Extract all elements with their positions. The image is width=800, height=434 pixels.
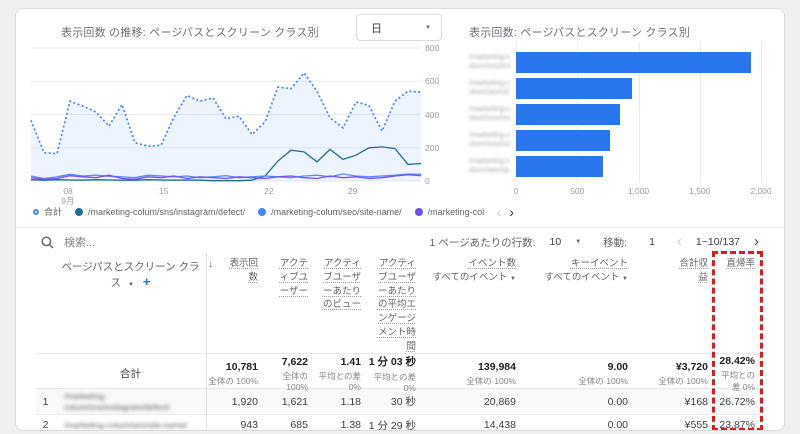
column-header-active-users[interactable]: アクティブユーザー [264, 257, 314, 298]
bar-row: /marketing-colum/seo/specif… [469, 153, 766, 179]
search-icon [41, 236, 54, 248]
chevron-down-icon[interactable]: ▼ [128, 282, 134, 288]
bar-chart: /marketing-colum/sns/insta… /marketing-c… [469, 43, 766, 183]
dimension-header[interactable]: ページパスとスクリーン クラス ▼ + [61, 257, 206, 290]
line-chart-legend: 合計 /marketing-colum/sns/instagram/defect… [33, 205, 514, 219]
bar[interactable] [516, 51, 752, 73]
legend-prev-icon: ‹ [496, 203, 502, 220]
page-path: /marketing-colum/seo/site-name/ [64, 420, 188, 431]
bar-row: /marketing-colum/sns/insta… [469, 101, 766, 127]
legend-item-series3[interactable]: /marketing-colum/sns/insta [414, 207, 484, 217]
bar-chart-title: 表示回数: ページパスとスクリーン クラス別 [469, 27, 690, 39]
bar[interactable] [516, 155, 603, 177]
prev-page-icon: ‹ [676, 233, 682, 250]
legend-next-icon[interactable]: › [509, 205, 514, 219]
legend-item-series1[interactable]: /marketing-colum/sns/instagram/defect/ [75, 207, 245, 217]
line-chart-title: 表示回数 の推移: ページパスとスクリーン クラス別 [61, 27, 319, 39]
bar-category-label: /marketing-colum/seo/site-n… [469, 78, 511, 98]
column-header-event-count[interactable]: イベント数 すべてのイベント ▼ [422, 257, 522, 285]
table-header-row: ページパスとスクリーン クラス ▼ + ↓ 表示回数 アクティブユーザー アクテ… [36, 253, 761, 353]
totals-label: 合計 [120, 368, 141, 381]
add-dimension-button[interactable]: + [143, 274, 151, 289]
line-chart-y-axis: 800 600 400 200 0 [425, 43, 440, 186]
chevron-down-icon[interactable]: ▼ [622, 276, 628, 282]
table-row[interactable]: 2 /marketing-colum/seo/site-name/ 943 68… [36, 415, 761, 431]
goto-page-value[interactable]: 1 [649, 236, 655, 248]
analytics-report-page: { "line_panel": { "title": "表示回数 の推移: ペー… [0, 0, 800, 434]
series-dot-icon [258, 207, 267, 216]
bar[interactable] [516, 129, 611, 151]
column-header-key-events[interactable]: キーイベント すべてのイベント ▼ [522, 257, 634, 285]
line-chart-x-axis: 08 9月 15 22 29 [61, 186, 358, 206]
line-chart-svg [30, 47, 422, 182]
column-header-bounce-rate[interactable]: 直帰率 [714, 257, 761, 271]
column-header-views[interactable]: ↓ 表示回数 [206, 257, 264, 285]
section-divider [16, 227, 784, 228]
series-dot-icon [75, 207, 84, 216]
page-path: /marketing-colum/sns/instagram/defect/ [64, 391, 170, 412]
page-range: 1~10/137 [695, 236, 740, 248]
next-page-icon[interactable]: › [754, 234, 759, 249]
bar[interactable] [516, 103, 621, 125]
column-header-engagement-time[interactable]: アクティブユーザーあたりの平均エンゲージメント時間 [367, 257, 422, 353]
table-column-divider [206, 253, 207, 430]
series-dot-icon [414, 207, 423, 216]
bar-category-label: /marketing-colum/seo/specif… [469, 156, 511, 176]
chevron-down-icon[interactable]: ▼ [510, 276, 516, 282]
table-search[interactable]: 検索... [41, 231, 95, 253]
interval-dropdown[interactable]: 日 ▼ [356, 14, 442, 41]
series-dot-icon [33, 208, 39, 215]
table-pagination: 1 ページあたりの行数: 10 ▼ 移動: 1 ‹ 1~10/137 › [430, 231, 759, 253]
goto-label: 移動: [603, 236, 628, 249]
sort-descending-icon: ↓ [208, 259, 213, 270]
bar-category-label: /marketing-colum/sns/insta… [469, 104, 511, 124]
column-header-views-per-user[interactable]: アクティブユーザーあたりのビュー [314, 257, 367, 312]
bar-category-label: /marketing-colum/sns/insta… [469, 130, 511, 150]
bar-row: /marketing-colum/sns/insta… [469, 127, 766, 153]
rows-per-page-select[interactable]: 10 [550, 236, 562, 248]
report-card: 表示回数 の推移: ページパスとスクリーン クラス別 日 ▼ 800 600 400… [15, 8, 785, 431]
search-placeholder: 検索... [64, 237, 96, 249]
chevron-down-icon[interactable]: ▼ [575, 239, 581, 245]
interval-dropdown-value: 日 [371, 22, 382, 35]
legend-item-total[interactable]: 合計 [33, 205, 62, 218]
bar-category-label: /marketing-colum/sns/insta… [469, 52, 511, 72]
bar-row: /marketing-colum/seo/site-n… [469, 75, 766, 101]
rows-per-page-label: 1 ページあたりの行数: [429, 236, 536, 249]
column-header-total-revenue[interactable]: 合計収益 [634, 257, 714, 285]
bar-row: /marketing-colum/sns/insta… [469, 49, 766, 75]
data-table: ページパスとスクリーン クラス ▼ + ↓ 表示回数 アクティブユーザー アクテ… [36, 253, 761, 431]
bar[interactable] [516, 77, 632, 99]
table-totals-row: 合計 10,781 全体の 100% 7,622 全体の 100% 1.41 平均との… [36, 353, 761, 393]
chevron-down-icon: ▼ [425, 24, 431, 31]
legend-item-series2[interactable]: /marketing-colum/seo/site-name/ [258, 207, 402, 217]
line-chart-plot [30, 46, 422, 183]
bar-chart-x-axis: 0 500 1,000 1,500 2,000 [513, 186, 772, 196]
